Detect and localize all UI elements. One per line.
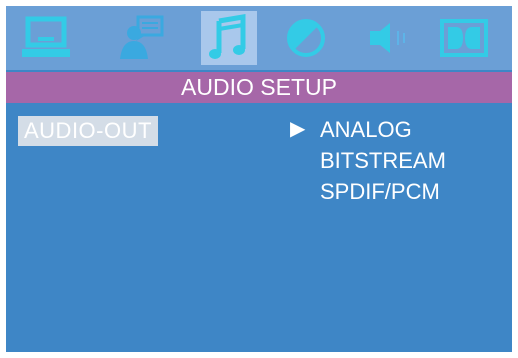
option-label: BITSTREAM xyxy=(320,148,446,173)
option-label: SPDIF/PCM xyxy=(320,179,440,204)
tab-video[interactable] xyxy=(278,11,334,65)
speaker-icon xyxy=(370,23,405,53)
option-bitstream[interactable]: BITSTREAM xyxy=(290,145,446,176)
tab-dolby[interactable] xyxy=(436,11,492,65)
menu-item-audio-out[interactable]: AUDIO-OUT xyxy=(18,116,158,146)
audio-icon xyxy=(209,14,246,59)
option-analog[interactable]: ▶ ANALOG xyxy=(290,114,446,145)
setup-icon-bar xyxy=(6,6,512,70)
tab-audio[interactable] xyxy=(201,11,257,65)
language-icon xyxy=(120,15,164,59)
selection-arrow-icon: ▶ xyxy=(290,118,306,140)
option-spdif-pcm[interactable]: SPDIF/PCM xyxy=(290,176,446,207)
page-title: AUDIO SETUP xyxy=(6,72,512,103)
audio-out-options: ▶ ANALOG BITSTREAM SPDIF/PCM xyxy=(290,114,446,207)
display-icon xyxy=(22,16,70,57)
video-icon xyxy=(287,19,325,57)
setup-menu-screen: AUDIO SETUP AUDIO-OUT ▶ ANALOG BITSTREAM… xyxy=(6,6,512,352)
tab-display[interactable] xyxy=(18,11,74,65)
dolby-icon xyxy=(440,19,488,57)
tab-language[interactable] xyxy=(112,11,168,65)
tab-speaker[interactable] xyxy=(360,11,416,65)
option-label: ANALOG xyxy=(320,117,412,142)
